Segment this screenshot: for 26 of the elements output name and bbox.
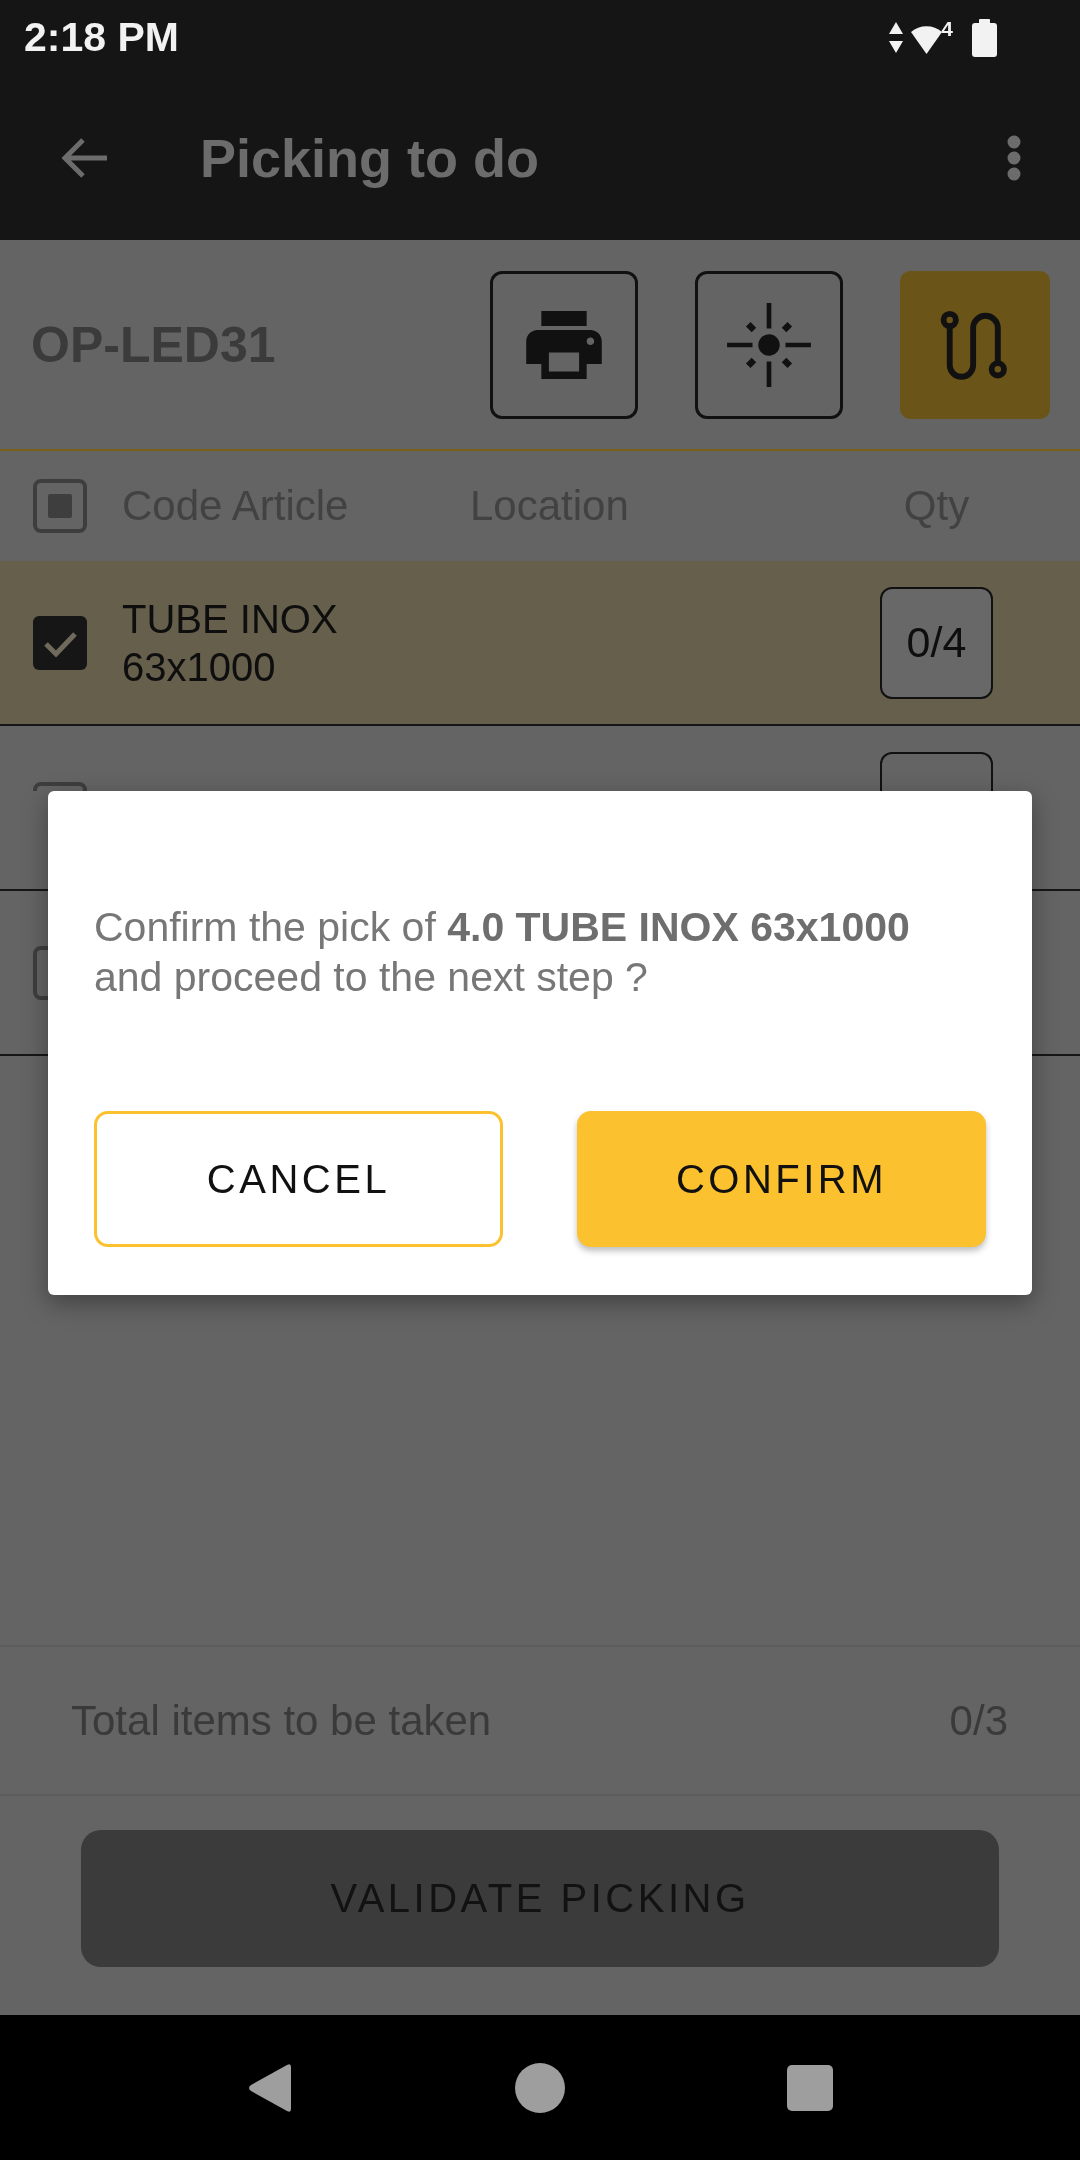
back-arrow-icon[interactable] [59,135,109,180]
quantity-button[interactable]: 0/4 [880,586,993,699]
table-row[interactable]: TUBE INOX 63x1000 0/4 [0,561,1080,726]
quantity-button[interactable] [880,752,993,791]
screen-title: Picking to do [200,126,539,189]
locate-button[interactable] [695,270,843,419]
row-checkbox[interactable] [33,615,87,670]
status-time: 2:18 PM [24,14,179,61]
print-button[interactable] [490,270,638,419]
printer-icon [526,310,602,379]
network-type-label: 4 [941,18,953,39]
confirm-button[interactable]: CONFIRM [577,1111,986,1247]
home-icon[interactable] [515,2062,565,2113]
nav-back-icon[interactable] [247,2062,293,2113]
select-all-checkbox[interactable] [33,479,87,533]
dialog-message: Confirm the pick of 4.0 TUBE INOX 63x1000 and proceed to the next step ? [94,903,911,1002]
cancel-button[interactable]: CANCEL [94,1111,503,1247]
article-code: TUBE INOX 63x1000 [122,595,339,691]
data-arrows-icon [889,22,904,53]
row-checkbox[interactable] [33,782,87,791]
more-options-icon[interactable] [1007,134,1021,181]
route-button[interactable] [900,270,1050,419]
battery-icon [972,18,997,57]
recents-icon[interactable] [787,2064,833,2111]
row-checkbox[interactable] [33,945,48,1000]
crosshair-icon [726,301,812,388]
